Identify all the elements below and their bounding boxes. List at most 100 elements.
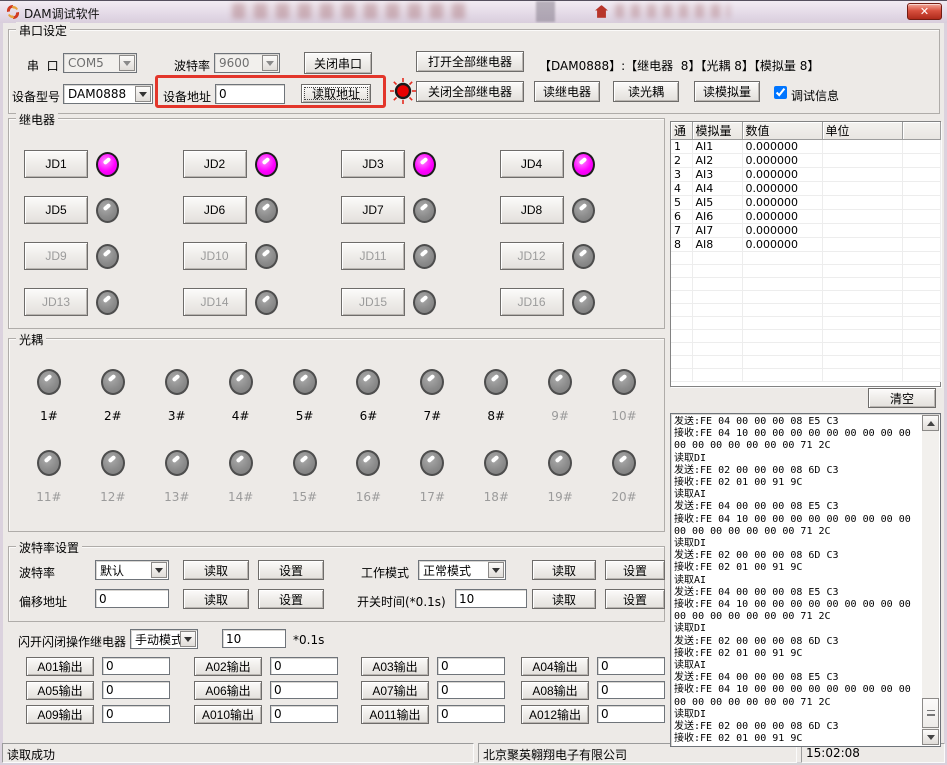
relay-group: 继电器 JD1 JD2 JD3 JD4 JD5 JD6 JD7 JD8 JD9 … [8, 118, 665, 329]
close-all-relays-button[interactable]: 关闭全部继电器 [416, 81, 524, 102]
work-mode-read-button[interactable]: 读取 [532, 560, 596, 580]
relay-button[interactable]: JD2 [183, 150, 247, 178]
ao-output-button[interactable]: A012输出 [521, 705, 589, 724]
ao-output-button[interactable]: A01输出 [26, 657, 94, 676]
opto-led [37, 369, 61, 395]
relay-button: JD16 [500, 288, 564, 316]
debug-log-box[interactable]: 发送:FE 04 00 00 00 08 E5 C3 接收:FE 04 10 0… [670, 413, 941, 747]
debug-info-checkbox[interactable] [774, 86, 787, 99]
ao-output-button[interactable]: A03输出 [361, 657, 429, 676]
switch-time-read-button[interactable]: 读取 [532, 589, 596, 609]
table-header[interactable]: 通 [671, 122, 692, 140]
scroll-up-icon[interactable] [922, 415, 939, 431]
baud-rate-select[interactable]: 默认 [95, 560, 169, 580]
ao-value-input[interactable] [597, 657, 665, 675]
opto-led [612, 369, 636, 395]
device-address-input[interactable] [215, 84, 285, 104]
relay-cell: JD14 [183, 279, 342, 325]
work-mode-set-button[interactable]: 设置 [605, 560, 665, 580]
ao-value-input[interactable] [102, 705, 170, 723]
scroll-down-icon[interactable] [922, 729, 939, 745]
table-row [671, 304, 940, 317]
table-header[interactable] [902, 122, 940, 140]
port-select[interactable]: COM5 [63, 53, 137, 73]
flash-time-input[interactable] [222, 629, 286, 648]
read-address-button[interactable]: 读取地址 [301, 84, 371, 103]
ao-value-input[interactable] [102, 657, 170, 675]
table-header[interactable]: 模拟量 [692, 122, 742, 140]
ao-output-button[interactable]: A07输出 [361, 681, 429, 700]
ao-value-input[interactable] [437, 681, 505, 699]
relay-led [255, 152, 278, 177]
chevron-down-icon[interactable] [135, 86, 151, 102]
opto-led [548, 369, 572, 395]
offset-address-input[interactable] [95, 589, 169, 608]
ao-value-input[interactable] [102, 681, 170, 699]
baud-rate-label: 波特率 [19, 564, 55, 581]
relay-led [255, 290, 278, 315]
relay-button: JD15 [341, 288, 405, 316]
cell: 2 [671, 154, 692, 168]
offset-set-button[interactable]: 设置 [258, 589, 324, 609]
ao-value-input[interactable] [597, 681, 665, 699]
ao-value-input[interactable] [270, 657, 338, 675]
ao-output-button[interactable]: A06输出 [194, 681, 262, 700]
close-serial-button[interactable]: 关闭串口 [304, 52, 372, 74]
table-header[interactable]: 数值 [742, 122, 822, 140]
relay-led [255, 244, 278, 269]
opto-cell: 2# [81, 357, 145, 438]
ao-value-input[interactable] [270, 681, 338, 699]
relay-button[interactable]: JD8 [500, 196, 564, 224]
baud-set-button[interactable]: 设置 [258, 560, 324, 580]
ao-value-input[interactable] [597, 705, 665, 723]
title-bar[interactable]: DAM调试软件 ✕ [0, 1, 947, 23]
baud-select[interactable]: 9600 [214, 53, 280, 73]
ao-output-button[interactable]: A011输出 [361, 705, 429, 724]
log-scrollbar[interactable] [922, 415, 939, 745]
app-window: DAM调试软件 ✕ 串口设定 串 口 COM5 波特率 9600 关闭串口 [0, 0, 947, 765]
ao-output-button[interactable]: A010输出 [194, 705, 262, 724]
chevron-down-icon[interactable] [262, 55, 278, 71]
close-button[interactable]: ✕ [907, 3, 942, 20]
relay-led [96, 290, 119, 315]
cell: 0.000000 [742, 238, 822, 252]
relay-button[interactable]: JD5 [24, 196, 88, 224]
table-header[interactable]: 单位 [822, 122, 902, 140]
offset-read-button[interactable]: 读取 [183, 589, 249, 609]
relay-button[interactable]: JD4 [500, 150, 564, 178]
relay-led [413, 290, 436, 315]
chevron-down-icon[interactable] [180, 631, 196, 647]
relay-button[interactable]: JD7 [341, 196, 405, 224]
chevron-down-icon[interactable] [488, 562, 504, 578]
relay-button[interactable]: JD6 [183, 196, 247, 224]
ao-value-input[interactable] [437, 705, 505, 723]
work-mode-select[interactable]: 正常模式 [418, 560, 506, 580]
read-opto-button[interactable]: 读光耦 [613, 81, 679, 102]
flash-time-unit-label: *0.1s [293, 633, 324, 647]
read-analog-button[interactable]: 读模拟量 [694, 81, 760, 102]
baud-read-button[interactable]: 读取 [183, 560, 249, 580]
open-all-relays-button[interactable]: 打开全部继电器 [416, 51, 524, 72]
switch-time-set-button[interactable]: 设置 [605, 589, 665, 609]
opto-cell: 15# [273, 438, 337, 519]
ao-value-input[interactable] [270, 705, 338, 723]
scroll-thumb[interactable] [922, 698, 939, 728]
ao-output-button[interactable]: A02输出 [194, 657, 262, 676]
relay-button[interactable]: JD1 [24, 150, 88, 178]
cell: AI5 [692, 196, 742, 210]
read-relays-button[interactable]: 读继电器 [534, 81, 600, 102]
chevron-down-icon[interactable] [151, 562, 167, 578]
ao-value-input[interactable] [437, 657, 505, 675]
chevron-down-icon[interactable] [119, 55, 135, 71]
clear-log-button[interactable]: 清空 [868, 388, 936, 408]
relay-button[interactable]: JD3 [341, 150, 405, 178]
port-value: COM5 [68, 56, 104, 70]
cell: AI1 [692, 140, 742, 154]
flash-mode-select[interactable]: 手动模式 [130, 629, 198, 649]
ao-output-button[interactable]: A04输出 [521, 657, 589, 676]
ao-output-button[interactable]: A05输出 [26, 681, 94, 700]
ao-output-button[interactable]: A08输出 [521, 681, 589, 700]
model-select[interactable]: DAM0888 [63, 84, 153, 104]
switch-time-input[interactable] [455, 589, 527, 608]
ao-output-button[interactable]: A09输出 [26, 705, 94, 724]
